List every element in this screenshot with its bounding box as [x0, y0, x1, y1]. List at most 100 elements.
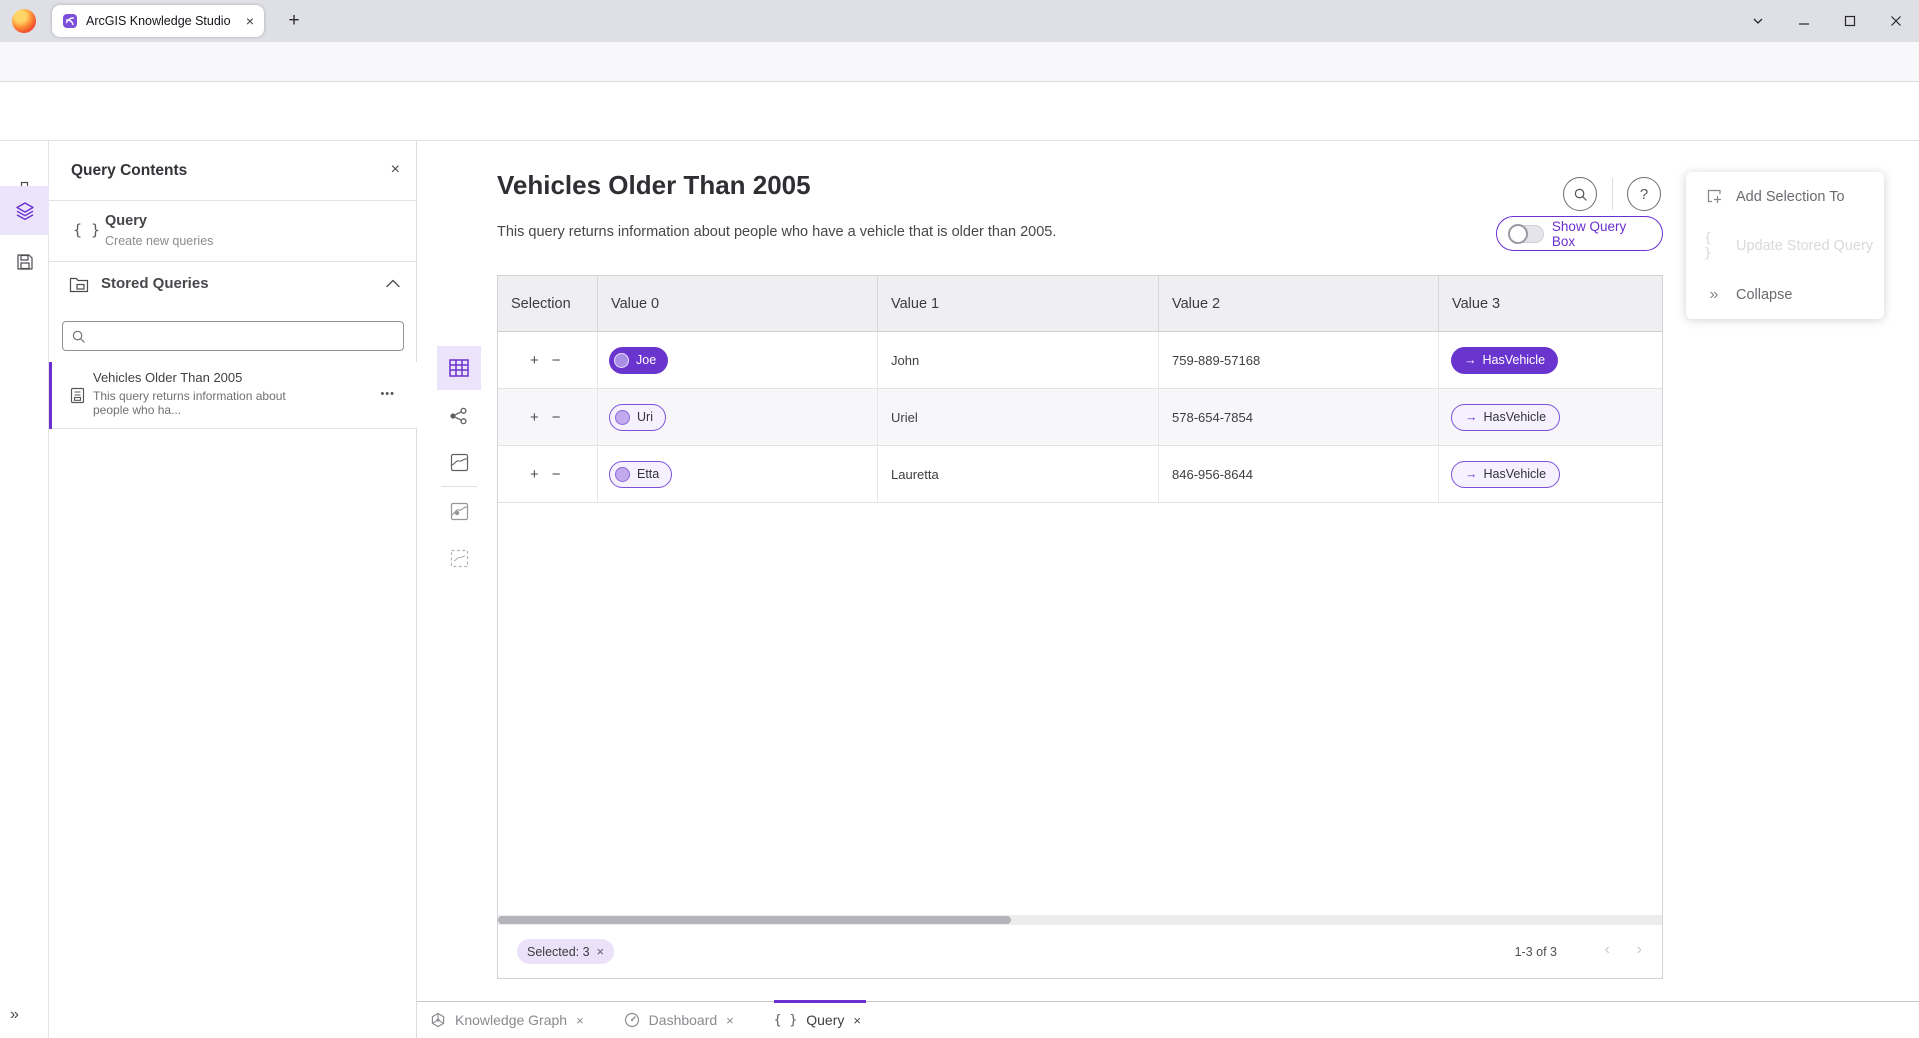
- tab-close-icon[interactable]: ×: [853, 1013, 861, 1028]
- row-select-remove-button[interactable]: −: [552, 352, 561, 369]
- entity-dot-icon: [615, 410, 630, 425]
- search-input[interactable]: [93, 323, 398, 349]
- relation-pill[interactable]: →HasVehicle: [1451, 347, 1558, 374]
- tab-knowledge-graph[interactable]: Knowledge Graph ×: [430, 1012, 604, 1028]
- toggle-label: Show Query Box: [1552, 219, 1650, 249]
- row-select-add-button[interactable]: +: [530, 466, 539, 483]
- firefox-logo-icon[interactable]: [12, 9, 36, 33]
- menu-item-update-stored-query[interactable]: { } Update Stored Query: [1686, 221, 1884, 270]
- selected-indicator-bar: [49, 362, 52, 429]
- tab-close-icon[interactable]: ×: [246, 13, 254, 29]
- cell-value[interactable]: 578-654-7854: [1159, 389, 1439, 445]
- stored-queries-title: Stored Queries: [101, 275, 209, 292]
- entity-pill[interactable]: Uri: [609, 404, 666, 431]
- arrow-right-icon: →: [1465, 467, 1478, 481]
- panel-close-icon[interactable]: ×: [391, 161, 400, 179]
- menu-item-collapse[interactable]: » Collapse: [1686, 270, 1884, 319]
- left-rail: »: [0, 141, 49, 1038]
- search-icon: [71, 329, 86, 344]
- relation-pill[interactable]: →HasVehicle: [1451, 404, 1560, 431]
- panel-header: Query Contents ×: [49, 141, 416, 201]
- map-pin-icon: [450, 502, 469, 521]
- browser-tab[interactable]: ArcGIS Knowledge Studio ×: [52, 5, 264, 37]
- active-tab-underline: [774, 1000, 866, 1003]
- tab-close-icon[interactable]: ×: [726, 1013, 734, 1028]
- stored-queries-search[interactable]: [62, 321, 404, 351]
- view-tab-map-extent[interactable]: [437, 540, 481, 576]
- header-divider: [1612, 178, 1613, 210]
- arrow-right-icon: →: [1464, 353, 1477, 367]
- page-title: Vehicles Older Than 2005: [497, 170, 811, 201]
- relation-pill[interactable]: →HasVehicle: [1451, 461, 1560, 488]
- column-header[interactable]: Value 0: [598, 276, 878, 331]
- new-query-subtitle: Create new queries: [105, 234, 213, 248]
- header-search-button[interactable]: [1563, 177, 1597, 211]
- stored-queries-header[interactable]: Stored Queries: [49, 262, 416, 307]
- row-select-remove-button[interactable]: −: [552, 409, 561, 426]
- new-query-title: Query: [105, 213, 147, 229]
- table-row[interactable]: + − Uri Uriel 578-654-7854 →HasVehicle: [498, 389, 1662, 446]
- window-controls: [1735, 0, 1919, 42]
- new-tab-button[interactable]: +: [281, 8, 307, 34]
- cell-value[interactable]: Lauretta: [878, 446, 1159, 502]
- column-header[interactable]: Value 3: [1439, 276, 1662, 331]
- tab-title: ArcGIS Knowledge Studio: [86, 14, 238, 28]
- column-header[interactable]: Selection: [498, 276, 598, 331]
- view-tab-map[interactable]: [437, 444, 481, 480]
- window-maximize-button[interactable]: [1827, 0, 1873, 42]
- list-tabs-icon[interactable]: [1735, 0, 1781, 42]
- cell-value[interactable]: Uriel: [878, 389, 1159, 445]
- help-button[interactable]: ?: [1627, 177, 1661, 211]
- app-header: Certification Project ? PL publisher2 la…: [0, 82, 1919, 141]
- cell-value[interactable]: 846-956-8644: [1159, 446, 1439, 502]
- show-query-box-toggle[interactable]: Show Query Box: [1496, 216, 1663, 251]
- rail-item-contents[interactable]: [0, 186, 49, 235]
- row-select-add-button[interactable]: +: [530, 352, 539, 369]
- scrollbar-thumb[interactable]: [498, 916, 1011, 924]
- rail-item-save[interactable]: [0, 237, 49, 286]
- menu-item-add-selection-to[interactable]: Add Selection To: [1686, 172, 1884, 221]
- expand-rail-button[interactable]: »: [10, 1006, 19, 1024]
- stored-query-options-icon[interactable]: •••: [380, 388, 395, 400]
- toolbar-divider: [441, 486, 477, 487]
- column-header[interactable]: Value 2: [1159, 276, 1439, 331]
- pagination-next-icon[interactable]: ›: [1637, 941, 1642, 959]
- table-row[interactable]: + − Joe John 759-889-57168 →HasVehicle: [498, 332, 1662, 389]
- tab-query[interactable]: { } Query ×: [774, 1012, 881, 1028]
- add-selection-icon: [1704, 188, 1724, 205]
- entity-pill[interactable]: Etta: [609, 461, 672, 488]
- cell-value[interactable]: 759-889-57168: [1159, 332, 1439, 388]
- toggle-switch[interactable]: [1509, 225, 1544, 243]
- question-icon: ?: [1640, 186, 1648, 203]
- dashed-map-icon: [450, 549, 469, 568]
- chevron-up-icon[interactable]: [386, 279, 400, 288]
- stored-query-doc-icon: [69, 387, 86, 404]
- cell-value[interactable]: John: [878, 332, 1159, 388]
- stored-query-item[interactable]: Vehicles Older Than 2005 This query retu…: [49, 362, 417, 429]
- column-header[interactable]: Value 1: [878, 276, 1159, 331]
- horizontal-scrollbar[interactable]: [498, 915, 1662, 925]
- entity-pill[interactable]: Joe: [609, 347, 668, 374]
- tab-dashboard[interactable]: Dashboard ×: [624, 1012, 754, 1028]
- window-minimize-button[interactable]: [1781, 0, 1827, 42]
- tab-close-icon[interactable]: ×: [576, 1013, 584, 1028]
- view-tab-map-overview[interactable]: [437, 493, 481, 529]
- browser-toolbar: https://dev0028833.esri.com/portal/apps/…: [0, 42, 1919, 82]
- view-tab-table[interactable]: [437, 346, 481, 390]
- stored-query-description: This query returns information about peo…: [93, 389, 301, 417]
- bottom-tab-bar: Knowledge Graph × Dashboard × { } Query …: [417, 1001, 1919, 1038]
- window-close-button[interactable]: [1873, 0, 1919, 42]
- table-icon: [449, 359, 469, 377]
- selection-context-menu: Add Selection To { } Update Stored Query…: [1686, 172, 1884, 319]
- row-select-remove-button[interactable]: −: [552, 466, 561, 483]
- row-select-add-button[interactable]: +: [530, 409, 539, 426]
- pagination-prev-icon[interactable]: ‹: [1605, 941, 1610, 959]
- table-row[interactable]: + − Etta Lauretta 846-956-8644 →HasVehic…: [498, 446, 1662, 503]
- new-query-item[interactable]: { } Query Create new queries: [49, 201, 416, 262]
- page-description: This query returns information about peo…: [497, 224, 1056, 240]
- save-floppy-icon: [16, 253, 34, 271]
- selected-count-chip[interactable]: Selected: 3 ×: [517, 939, 614, 964]
- entity-dot-icon: [615, 467, 630, 482]
- view-tab-link-chart[interactable]: [437, 398, 481, 434]
- clear-selection-icon[interactable]: ×: [597, 944, 605, 959]
